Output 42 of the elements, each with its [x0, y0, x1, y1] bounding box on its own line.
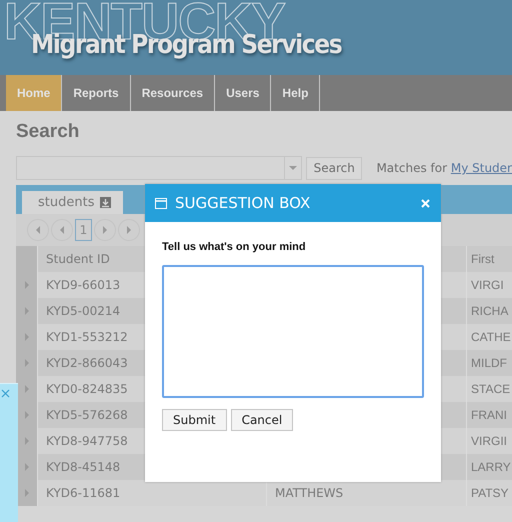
cancel-button[interactable]: Cancel — [230, 409, 294, 431]
last-page-button[interactable] — [118, 219, 140, 241]
close-icon[interactable] — [1, 389, 10, 398]
page-heading: Search — [16, 121, 80, 144]
matches-text: Matches for My Studer — [376, 161, 512, 175]
submit-button[interactable]: Submit — [162, 409, 227, 431]
prev-page-button[interactable] — [51, 219, 73, 241]
chevron-right-icon — [102, 226, 108, 234]
search-button[interactable]: Search — [306, 156, 362, 180]
first-page-button[interactable] — [27, 219, 49, 241]
prompt-text: Tell us what's on your mind — [162, 241, 307, 253]
next-page-button[interactable] — [94, 219, 116, 241]
chevron-right-icon — [24, 385, 30, 393]
expand-button[interactable] — [16, 480, 37, 506]
page-number[interactable]: 1 — [75, 219, 92, 241]
header-corner-cell — [16, 246, 37, 272]
close-button[interactable] — [421, 198, 430, 208]
chevron-right-icon — [24, 489, 30, 497]
chevron-right-icon — [24, 437, 30, 445]
grid-tab[interactable]: students — [22, 191, 124, 214]
nav-tab[interactable]: Resources — [130, 75, 216, 111]
caret-icon — [289, 166, 298, 170]
suggestion-textarea[interactable] — [162, 265, 424, 398]
chevron-right-icon — [24, 281, 30, 289]
download-icon[interactable] — [100, 197, 112, 208]
chevron-right-icon — [24, 333, 30, 341]
table-cell: PATSY — [466, 480, 512, 506]
nav-tab[interactable]: Home — [6, 75, 62, 111]
chevron-right-icon — [24, 359, 30, 367]
chevron-left-icon — [35, 226, 41, 234]
chevron-right-icon — [24, 307, 30, 315]
chevron-right-icon — [126, 226, 132, 234]
dialog-title: SUGGESTION BOX — [175, 194, 312, 212]
nav-tab[interactable]: Help — [271, 75, 320, 111]
my-students-link[interactable]: My Studer — [450, 161, 512, 175]
chevron-left-icon — [59, 226, 65, 234]
search-field[interactable] — [16, 156, 302, 180]
chevron-right-icon — [24, 463, 30, 471]
chevron-right-icon — [24, 411, 30, 419]
nav-tab[interactable]: Users — [215, 75, 272, 111]
window-icon — [155, 198, 167, 208]
nav-tab[interactable]: Reports — [62, 75, 131, 111]
